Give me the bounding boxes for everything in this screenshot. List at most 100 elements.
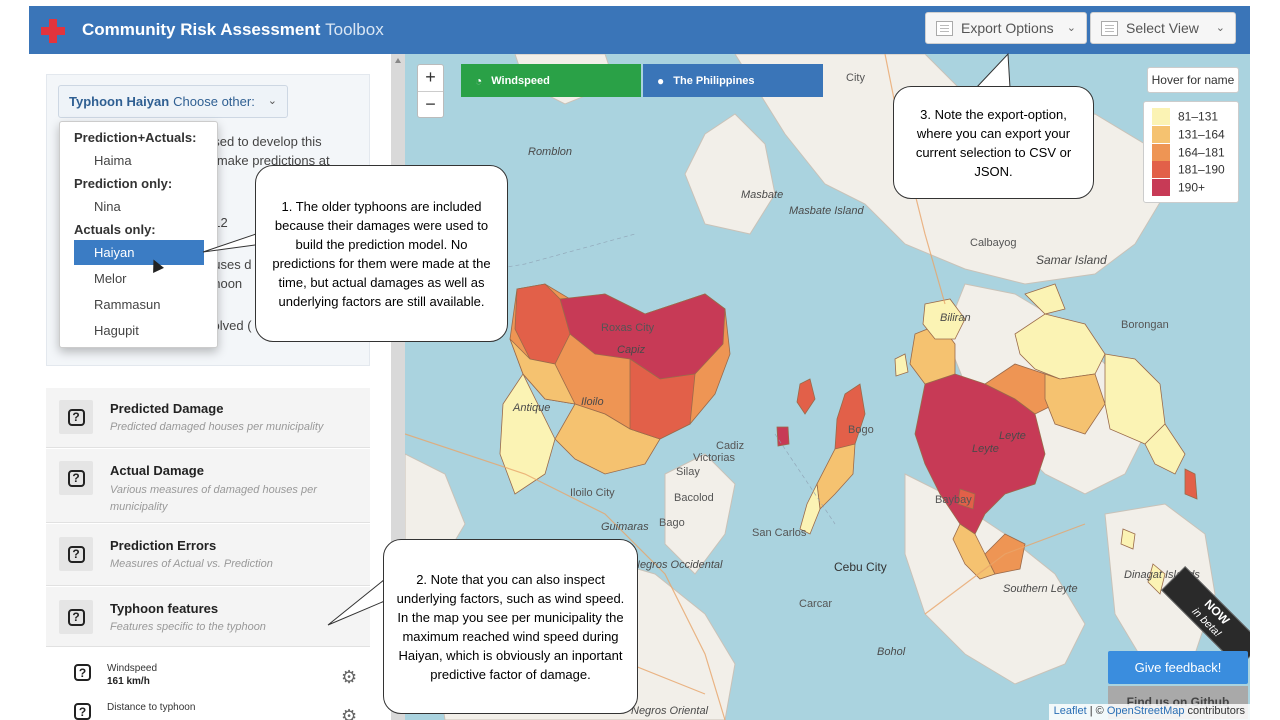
typhoon-dropdown-menu: Prediction+Actuals: Haima Prediction onl… xyxy=(59,121,218,348)
map-label: Cadiz xyxy=(716,440,745,452)
panel-subtitle: Measures of Actual vs. Prediction xyxy=(110,558,273,570)
region-button[interactable]: ● The Philippines xyxy=(643,64,823,97)
feature-label: Distance to typhoon xyxy=(107,702,196,713)
dropdown-option-rammasun[interactable]: Rammasun xyxy=(94,297,160,312)
panel-title: Prediction Errors xyxy=(110,538,217,553)
hover-hint: Hover for name xyxy=(1147,67,1239,93)
map-label: Antique xyxy=(513,402,551,414)
panel-predicted-damage[interactable]: ? Predicted Damage Predicted damaged hou… xyxy=(46,388,370,448)
feature-row-distance[interactable]: ? Distance to typhoon ⚙ xyxy=(46,699,370,720)
speedometer-icon: ◔ xyxy=(475,73,483,88)
help-icon: ? xyxy=(59,600,93,634)
legend-swatch xyxy=(1152,108,1170,125)
dropdown-option-hagupit[interactable]: Hagupit xyxy=(94,323,139,338)
panel-prediction-errors[interactable]: ? Prediction Errors Measures of Actual v… xyxy=(46,524,370,586)
feature-value: 161 km/h xyxy=(107,676,150,687)
map-label: Negros Oriental xyxy=(631,705,709,717)
panel-title: Typhoon features xyxy=(110,601,219,616)
osm-link[interactable]: OpenStreetMap xyxy=(1107,705,1185,717)
typhoon-select[interactable]: Typhoon Haiyan Choose other: ⌄ xyxy=(58,85,288,118)
legend-label: 164–181 xyxy=(1178,145,1225,160)
zoom-out-button[interactable]: − xyxy=(418,91,443,117)
help-icon: ? xyxy=(59,400,93,434)
chevron-down-icon: ⌄ xyxy=(1066,22,1076,34)
map-label: Iloilo xyxy=(581,396,604,408)
map-label: Samar Island xyxy=(1036,253,1107,267)
legend-item: 164–181 xyxy=(1152,144,1225,161)
dropdown-option-haima[interactable]: Haima xyxy=(94,153,132,168)
map-label: Masbate xyxy=(741,189,784,201)
map-label: Masbate Island xyxy=(789,205,864,217)
callout-text: 3. Note the export-option, where you can… xyxy=(915,106,1072,179)
legend-label: 190+ xyxy=(1178,180,1206,195)
panel-title: Predicted Damage xyxy=(110,401,224,416)
map-label: Negros Occidental xyxy=(632,559,723,571)
callout-text: 2. Note that you can also inspect underl… xyxy=(396,571,625,682)
legend-item: 181–190 xyxy=(1152,161,1225,178)
gear-icon[interactable]: ⚙ xyxy=(341,668,357,686)
map-label: Bogo xyxy=(848,424,874,436)
map-legend: 81–131 131–164 164–181 181–190 190+ xyxy=(1143,101,1239,203)
windspeed-layer-button[interactable]: ◔ Windspeed xyxy=(461,64,641,97)
map-label: Bacolod xyxy=(674,492,714,504)
map-label: Leyte xyxy=(972,443,999,455)
map-label: Bago xyxy=(659,517,685,529)
legend-label: 181–190 xyxy=(1178,162,1225,177)
select-view-button[interactable]: Select View ⌄ xyxy=(1090,12,1236,44)
app-header: Community Risk Assessment Toolbox Export… xyxy=(29,6,1250,54)
legend-item: 131–164 xyxy=(1152,126,1225,143)
dropdown-option-nina[interactable]: Nina xyxy=(94,199,121,214)
legend-swatch xyxy=(1152,144,1170,161)
feature-row-windspeed[interactable]: ? Windspeed 161 km/h ⚙ xyxy=(46,660,370,700)
map-label: Silay xyxy=(676,466,700,478)
help-icon: ? xyxy=(74,664,91,681)
gear-icon[interactable]: ⚙ xyxy=(341,707,357,720)
map-label: Leyte xyxy=(999,430,1026,442)
panel-actual-damage[interactable]: ? Actual Damage Various measures of dama… xyxy=(46,449,370,523)
map-label: San Carlos xyxy=(752,527,807,539)
map-label: Iloilo City xyxy=(570,487,615,499)
legend-item: 81–131 xyxy=(1152,108,1218,125)
leaflet-link[interactable]: Leaflet xyxy=(1054,705,1087,717)
callout-older-typhoons: 1. The older typhoons are included becau… xyxy=(255,165,508,342)
map-label: Capiz xyxy=(617,344,646,356)
map-label: Carcar xyxy=(799,598,833,610)
legend-swatch xyxy=(1152,179,1170,196)
panel-subtitle: Predicted damaged houses per municipalit… xyxy=(110,421,324,433)
map-label: City xyxy=(846,72,865,84)
help-icon: ? xyxy=(59,537,93,571)
map-label: Southern Leyte xyxy=(1003,583,1078,595)
panel-typhoon-features[interactable]: ? Typhoon features Features specific to … xyxy=(46,587,370,647)
export-options-button[interactable]: Export Options ⌄ xyxy=(925,12,1087,44)
map-label: Baybay xyxy=(935,494,972,506)
map-label: Roxas City xyxy=(601,322,655,334)
map-label: Cebu City xyxy=(834,560,887,574)
feature-label: Windspeed xyxy=(107,663,158,674)
file-icon xyxy=(936,20,953,36)
legend-swatch xyxy=(1152,126,1170,143)
panel-subtitle: Various measures of damaged houses per m… xyxy=(110,484,317,513)
dropdown-option-haiyan[interactable]: Haiyan xyxy=(74,240,204,265)
app-title: Community Risk Assessment Toolbox xyxy=(82,20,384,40)
red-cross-logo xyxy=(41,19,65,43)
callout-text: 1. The older typhoons are included becau… xyxy=(272,198,491,309)
give-feedback-button[interactable]: Give feedback! xyxy=(1108,651,1248,684)
map-label: Bohol xyxy=(877,646,906,658)
map-label: Romblon xyxy=(528,146,573,158)
zoom-in-button[interactable]: + xyxy=(418,65,443,91)
help-icon: ? xyxy=(59,461,93,495)
layer-button-label: Windspeed xyxy=(491,74,550,87)
dropdown-group-header: Actuals only: xyxy=(74,222,156,237)
map-label: Calbayog xyxy=(970,237,1017,249)
select-view-label: Select View xyxy=(1126,20,1199,36)
typhoon-selected-value: Typhoon Haiyan xyxy=(69,94,170,109)
sidebar: Typhoon Haiyan Choose other: ⌄ used to d… xyxy=(29,54,391,720)
dropdown-group-header: Prediction only: xyxy=(74,176,173,191)
attribution-separator: | © xyxy=(1086,705,1107,717)
panel-title: Actual Damage xyxy=(110,463,204,478)
app-title-sub: Toolbox xyxy=(325,20,384,39)
zoom-control: + − xyxy=(417,64,444,118)
app-title-main: Community Risk Assessment xyxy=(82,20,321,39)
chevron-down-icon: ⌄ xyxy=(267,95,277,107)
dropdown-option-melor[interactable]: Melor xyxy=(94,271,127,286)
